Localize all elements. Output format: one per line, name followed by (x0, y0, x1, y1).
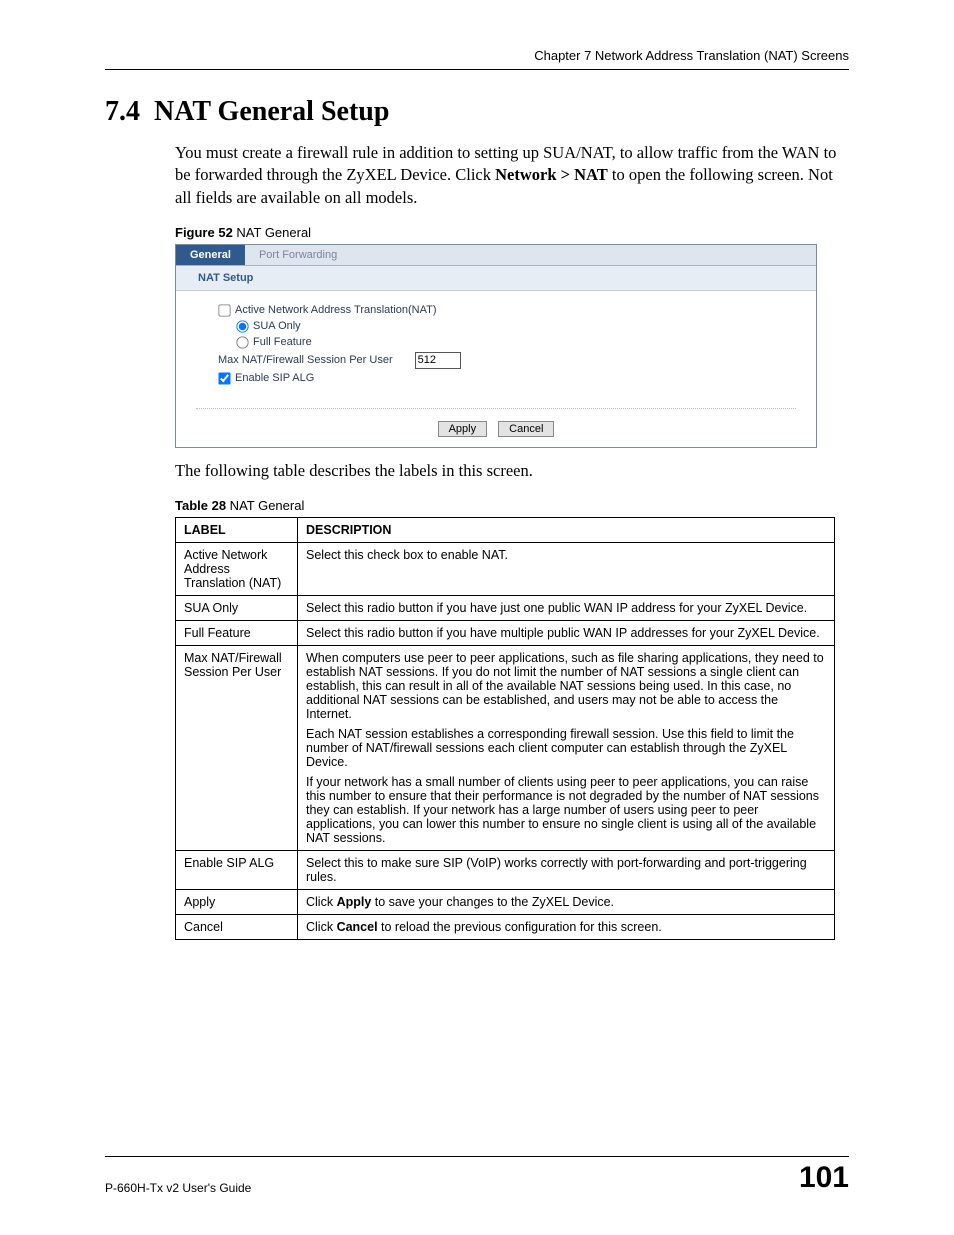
figure-caption-bold: Figure 52 (175, 225, 233, 240)
cell-label: Cancel (176, 915, 298, 940)
cell-desc: Select this radio button if you have jus… (298, 596, 835, 621)
figure-caption-rest: NAT General (233, 225, 311, 240)
page-footer: P-660H-Tx v2 User's Guide 101 (105, 1156, 849, 1195)
table-caption-bold: Table 28 (175, 498, 226, 513)
table-row: SUA OnlySelect this radio button if you … (176, 596, 835, 621)
apply-button[interactable]: Apply (438, 421, 488, 437)
table-caption-rest: NAT General (226, 498, 304, 513)
full-feature-radio[interactable] (236, 336, 248, 348)
footer-doc-title: P-660H-Tx v2 User's Guide (105, 1181, 251, 1195)
cell-label: Active Network Address Translation (NAT) (176, 543, 298, 596)
cell-desc: Click Cancel to reload the previous conf… (298, 915, 835, 940)
table-row: Max NAT/Firewall Session Per UserWhen co… (176, 646, 835, 851)
max-session-input[interactable] (415, 352, 461, 369)
th-label: LABEL (176, 518, 298, 543)
table-caption: Table 28 NAT General (175, 498, 849, 513)
section-number: 7.4 (105, 96, 140, 127)
cancel-button[interactable]: Cancel (498, 421, 554, 437)
max-session-label: Max NAT/Firewall Session Per User (218, 354, 393, 366)
figure-screenshot: General Port Forwarding NAT Setup Active… (175, 244, 817, 448)
cell-label: SUA Only (176, 596, 298, 621)
cell-desc: Click Apply to save your changes to the … (298, 890, 835, 915)
cell-desc: Select this radio button if you have mul… (298, 621, 835, 646)
cell-label: Apply (176, 890, 298, 915)
cell-desc: When computers use peer to peer applicat… (298, 646, 835, 851)
table-intro: The following table describes the labels… (175, 460, 849, 482)
cell-label: Full Feature (176, 621, 298, 646)
intro-paragraph: You must create a firewall rule in addit… (175, 142, 849, 209)
th-desc: DESCRIPTION (298, 518, 835, 543)
table-row: ApplyClick Apply to save your changes to… (176, 890, 835, 915)
active-nat-checkbox[interactable] (218, 304, 230, 316)
table-row: Full FeatureSelect this radio button if … (176, 621, 835, 646)
group-title: NAT Setup (176, 266, 816, 291)
table-row: Enable SIP ALGSelect this to make sure S… (176, 851, 835, 890)
cell-label: Max NAT/Firewall Session Per User (176, 646, 298, 851)
table-row: Active Network Address Translation (NAT)… (176, 543, 835, 596)
footer-page-number: 101 (799, 1161, 849, 1195)
full-feature-label: Full Feature (253, 336, 312, 348)
table-row: CancelClick Cancel to reload the previou… (176, 915, 835, 940)
tab-port-forwarding[interactable]: Port Forwarding (245, 245, 351, 265)
running-header: Chapter 7 Network Address Translation (N… (105, 48, 849, 70)
cell-label: Enable SIP ALG (176, 851, 298, 890)
button-row: Apply Cancel (196, 408, 796, 447)
cell-desc: Select this check box to enable NAT. (298, 543, 835, 596)
desc-table: LABEL DESCRIPTION Active Network Address… (175, 517, 835, 940)
enable-sip-alg-checkbox[interactable] (218, 372, 230, 384)
enable-sip-alg-label: Enable SIP ALG (235, 372, 314, 384)
tab-bar: General Port Forwarding (176, 245, 816, 266)
active-nat-label: Active Network Address Translation(NAT) (235, 304, 437, 316)
tab-general[interactable]: General (176, 245, 245, 265)
sua-only-label: SUA Only (253, 320, 301, 332)
cell-desc: Select this to make sure SIP (VoIP) work… (298, 851, 835, 890)
figure-caption: Figure 52 NAT General (175, 225, 849, 240)
section-title-text: NAT General Setup (154, 96, 389, 127)
sua-only-radio[interactable] (236, 320, 248, 332)
section-heading: 7.4 NAT General Setup (105, 96, 849, 128)
para1-bold: Network > NAT (495, 165, 608, 184)
group-body: Active Network Address Translation(NAT) … (176, 291, 816, 402)
